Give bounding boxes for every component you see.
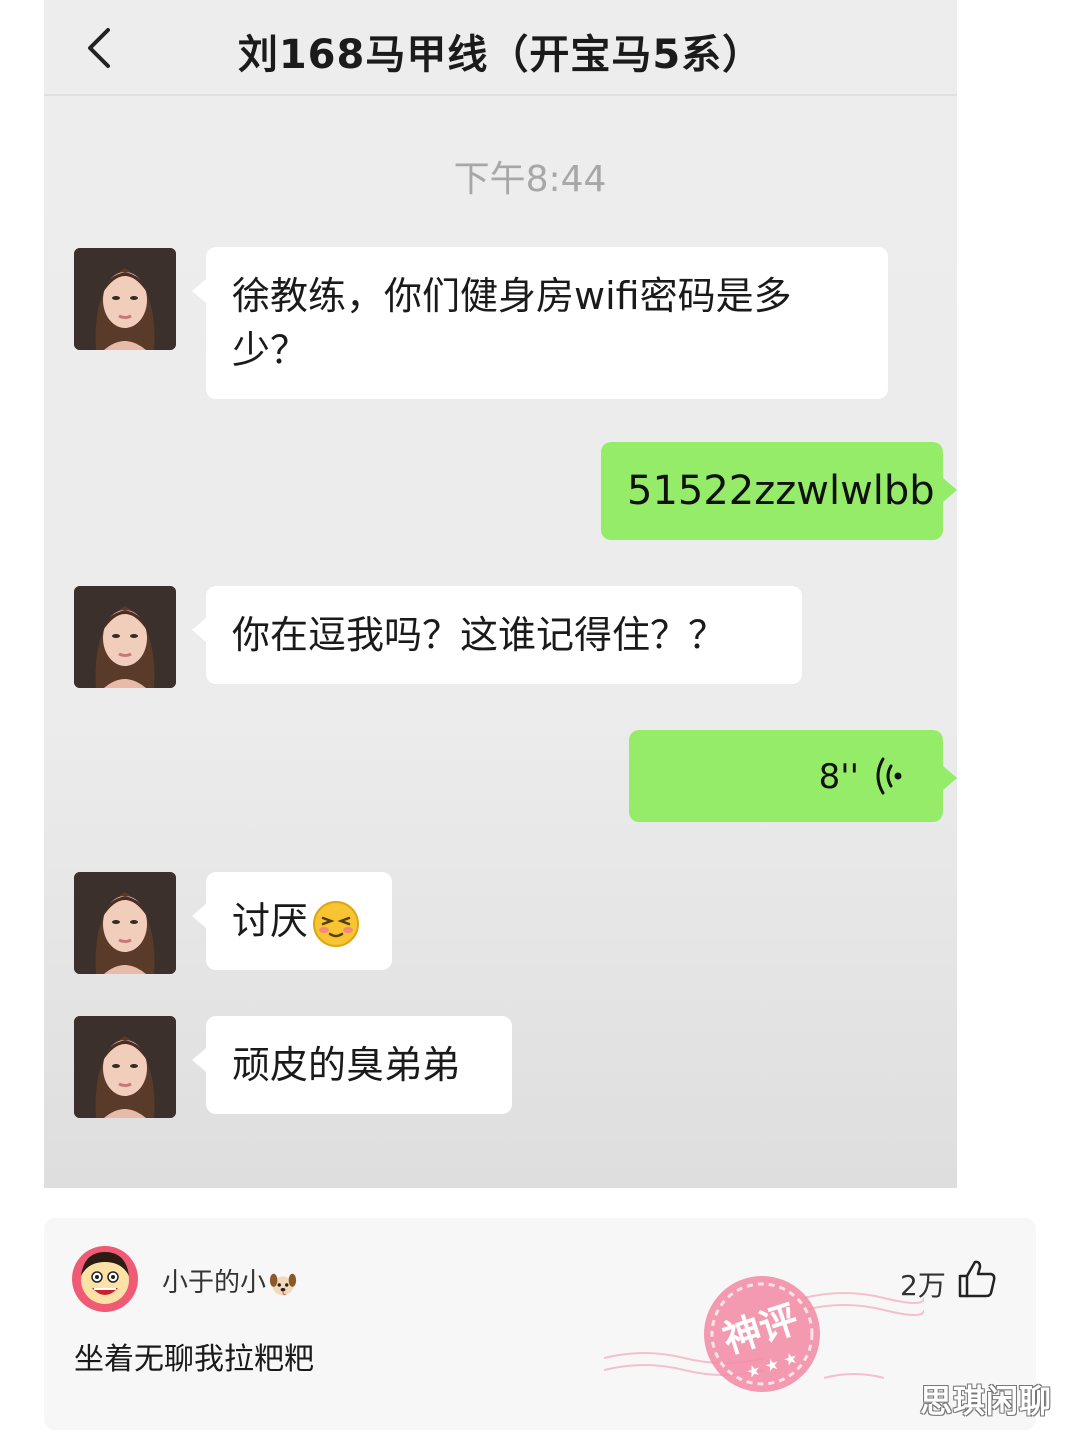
message-timestamp: 下午8:44 [453, 159, 607, 200]
contact-avatar-image [74, 1016, 176, 1118]
thumbs-up-icon[interactable] [956, 1258, 998, 1300]
contact-avatar-image [74, 248, 176, 350]
commenter-name[interactable]: 小于的小 [162, 1262, 298, 1299]
incoming-message-bubble[interactable]: 徐教练，你们健身房wifi密码是多少？ [192, 247, 888, 399]
dog-emoji-icon [269, 1273, 297, 1295]
message-text: 徐教练，你们健身房wifi密码是多少？ [232, 274, 792, 372]
watermark: 思琪闲聊 [920, 1382, 1053, 1420]
incoming-message-bubble[interactable]: 顽皮的臭弟弟 [192, 1016, 512, 1114]
contact-avatar-image [74, 872, 176, 974]
contact-avatar[interactable] [74, 1016, 176, 1118]
outgoing-message-bubble[interactable]: 51522zzwlwlbb [601, 442, 957, 540]
commenter-avatar[interactable] [72, 1246, 138, 1312]
voice-duration: 8'' [818, 757, 859, 797]
comment-text: 坐着无聊我拉粑粑 [74, 1342, 314, 1377]
chat-header: 刘168马甲线（开宝马5系） [44, 0, 957, 96]
contact-avatar[interactable] [74, 248, 176, 350]
message-text: 讨厌 [232, 899, 309, 943]
message-text: 51522zzwlwlbb [627, 468, 935, 514]
incoming-message-bubble[interactable]: 你在逗我吗？这谁记得住？？ [192, 586, 802, 684]
chat-title: 刘168马甲线（开宝马5系） [237, 32, 764, 78]
comment-card: 神评 ★ ★ ★ 小于的小 2万 坐着无聊我拉粑粑 [44, 1218, 1036, 1430]
chat-screenshot: 刘168马甲线（开宝马5系） 下午8:44 徐教练，你们健身房wifi密码是多少… [44, 0, 957, 1188]
message-text: 你在逗我吗？这谁记得住？？ [232, 613, 727, 657]
like-count: 2万 [900, 1269, 946, 1302]
contact-avatar[interactable] [74, 872, 176, 974]
incoming-message-bubble[interactable]: 讨厌 [192, 872, 392, 970]
featured-comment-stamp: 神评 ★ ★ ★ [604, 1276, 924, 1392]
voice-wave-icon [876, 757, 902, 795]
contact-avatar-image [74, 586, 176, 688]
contact-avatar[interactable] [74, 586, 176, 688]
embarrassed-emoji-icon [313, 900, 360, 947]
outgoing-voice-message[interactable]: 8'' [629, 730, 957, 822]
message-text: 顽皮的臭弟弟 [232, 1043, 461, 1087]
